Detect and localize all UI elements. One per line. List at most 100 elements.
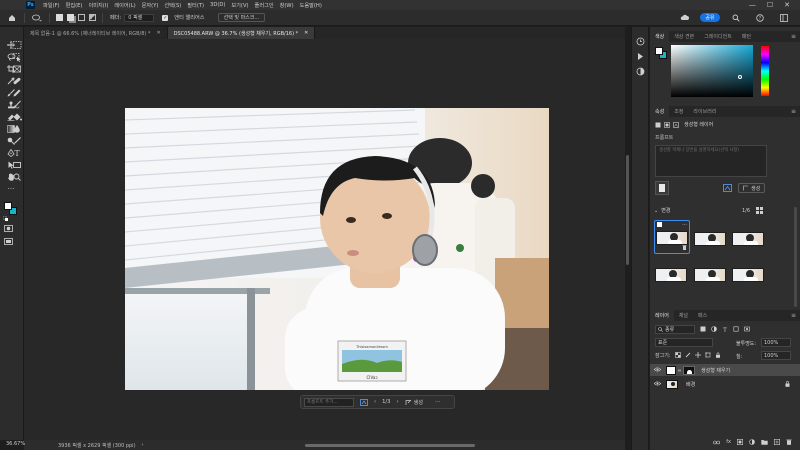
properties-scrollbar[interactable] (794, 207, 797, 307)
generate-button[interactable]: 생성 (405, 399, 423, 406)
tab-libraries[interactable]: 라이브러리 (688, 106, 721, 117)
color-picker-handle[interactable] (738, 75, 742, 79)
help-icon[interactable]: ? (755, 13, 765, 23)
menu-edit[interactable]: 편집(E) (66, 2, 83, 9)
variation-thumb-6[interactable] (732, 268, 764, 282)
sponge-tool-icon[interactable] (11, 136, 23, 148)
vertical-scrollbar[interactable] (626, 155, 629, 265)
variation-thumb-3[interactable] (732, 232, 764, 246)
layer-row-background[interactable]: 배경 (650, 378, 800, 390)
fill-input[interactable]: 100% (761, 351, 791, 360)
visibility-eye-icon[interactable] (653, 380, 662, 388)
tab-channels[interactable]: 채널 (674, 310, 693, 321)
next-variation-button[interactable]: › (396, 399, 398, 405)
tab-gradients[interactable]: 그레이디언트 (699, 31, 737, 42)
new-layer-icon[interactable] (774, 439, 780, 445)
blend-mode-select[interactable]: 표준 (655, 338, 713, 347)
menu-select[interactable]: 선택(S) (164, 2, 181, 9)
delete-variation-icon[interactable] (682, 245, 687, 252)
tab-paths[interactable]: 패스 (693, 310, 712, 321)
home-icon[interactable] (7, 13, 17, 23)
previous-variation-button[interactable]: ‹ (374, 399, 376, 405)
layer-row-generative-fill[interactable]: 생성형 채우기 (650, 364, 800, 376)
default-colors-icon[interactable] (2, 215, 8, 223)
variation-thumb-5[interactable] (694, 268, 726, 282)
tab-dsc05488[interactable]: DSC05488.ARW @ 36.7% (생성형 채우기, RGB/16) *… (167, 27, 316, 39)
history-panel-icon[interactable] (636, 37, 645, 48)
chevron-down-icon[interactable]: ⌄ (654, 208, 658, 214)
color-field[interactable] (671, 45, 753, 97)
panel-menu-icon[interactable]: ≡ (791, 312, 796, 319)
generate-settings-icon[interactable] (723, 184, 732, 194)
screen-mode-icon[interactable] (4, 238, 16, 248)
subtract-selection-icon[interactable] (78, 14, 85, 21)
link-icon[interactable] (677, 368, 682, 373)
variation-more-icon[interactable]: ··· (682, 222, 687, 228)
menu-help[interactable]: 도움말(H) (300, 2, 322, 9)
adjustment-filter-icon[interactable] (711, 326, 717, 332)
more-tools-icon[interactable]: ··· (5, 184, 17, 194)
tab-adjustments[interactable]: 조정 (669, 106, 688, 117)
add-mask-icon[interactable] (737, 439, 743, 445)
menu-plugins[interactable]: 플러그인 (255, 2, 274, 9)
add-to-selection-icon[interactable] (67, 14, 74, 21)
marquee-tool-icon[interactable] (11, 40, 23, 52)
tab-properties[interactable]: 속성 (650, 106, 670, 117)
menu-image[interactable]: 이미지(I) (88, 2, 108, 9)
workspace-icon[interactable] (779, 13, 789, 23)
new-selection-icon[interactable] (56, 14, 63, 21)
menu-3d[interactable]: 3D(D) (210, 2, 225, 8)
frame-tool-icon[interactable] (11, 64, 23, 76)
zoom-tool-icon[interactable] (11, 172, 23, 184)
close-tab-icon[interactable]: ✕ (156, 30, 160, 36)
adjustment-layer-icon[interactable] (749, 439, 755, 445)
hue-slider[interactable] (761, 46, 769, 96)
menu-filter[interactable]: 필터(T) (187, 2, 204, 9)
color-fg-swatch[interactable] (655, 47, 663, 55)
trash-icon[interactable] (786, 439, 792, 445)
lock-pixels-icon[interactable] (685, 352, 691, 358)
search-icon[interactable] (731, 13, 741, 23)
type-filter-icon[interactable]: T (722, 326, 728, 332)
variation-thumb-selected[interactable]: ··· (654, 220, 690, 254)
healing-brush-tool-icon[interactable] (11, 76, 23, 88)
quick-mask-icon[interactable] (4, 225, 16, 235)
document-canvas[interactable]: Thisisamonilessm CIVaɔ (125, 108, 549, 390)
panel-menu-icon[interactable]: ≡ (791, 33, 796, 40)
opacity-input[interactable]: 100% (761, 338, 791, 347)
layer-mask-thumbnail[interactable] (683, 365, 695, 375)
type-tool-icon[interactable]: T (11, 148, 23, 160)
folder-icon[interactable] (761, 439, 768, 445)
reference-image-thumb[interactable] (655, 181, 669, 195)
lock-position-icon[interactable] (695, 352, 701, 358)
lasso-tool-preset-icon[interactable] (32, 13, 42, 23)
status-menu-arrow[interactable]: › (142, 442, 144, 448)
lock-all-icon[interactable] (715, 352, 721, 358)
cloud-docs-icon[interactable] (679, 13, 689, 23)
lock-transparent-icon[interactable] (675, 352, 681, 358)
prompt-input[interactable]: 프롬프트 추가... (304, 397, 354, 407)
tab-color[interactable]: 색상 (650, 31, 670, 42)
close-window-icon[interactable]: ✕ (784, 1, 790, 9)
layer-filter-select[interactable]: 종류 (655, 325, 695, 334)
close-tab-icon[interactable]: ✕ (304, 30, 308, 36)
actions-panel-icon[interactable] (636, 52, 645, 63)
link-layers-icon[interactable] (713, 440, 721, 445)
menu-file[interactable]: 파일(F) (43, 2, 60, 9)
fx-icon[interactable]: fx (726, 439, 731, 445)
pencil-tool-icon[interactable] (11, 88, 23, 100)
blur-tool-icon[interactable] (11, 124, 23, 136)
intersect-selection-icon[interactable] (89, 14, 96, 21)
menu-view[interactable]: 보기(V) (231, 2, 248, 9)
rectangle-tool-icon[interactable] (11, 160, 23, 172)
antialias-checkbox[interactable]: ✓ (162, 14, 169, 21)
menu-window[interactable]: 창(W) (280, 2, 294, 9)
pixel-filter-icon[interactable] (700, 326, 706, 332)
menu-type[interactable]: 문자(Y) (142, 2, 159, 9)
history-brush-tool-icon[interactable] (11, 100, 23, 112)
variation-thumb-4[interactable] (655, 268, 687, 282)
maximize-icon[interactable]: ☐ (767, 1, 773, 9)
minimize-icon[interactable]: — (749, 1, 756, 9)
tab-patterns[interactable]: 패턴 (737, 31, 756, 42)
tab-untitled-1[interactable]: 제목 없음-1 @ 66.6% (제너레이티브 레이어, RGB/8) * ✕ (24, 27, 168, 39)
